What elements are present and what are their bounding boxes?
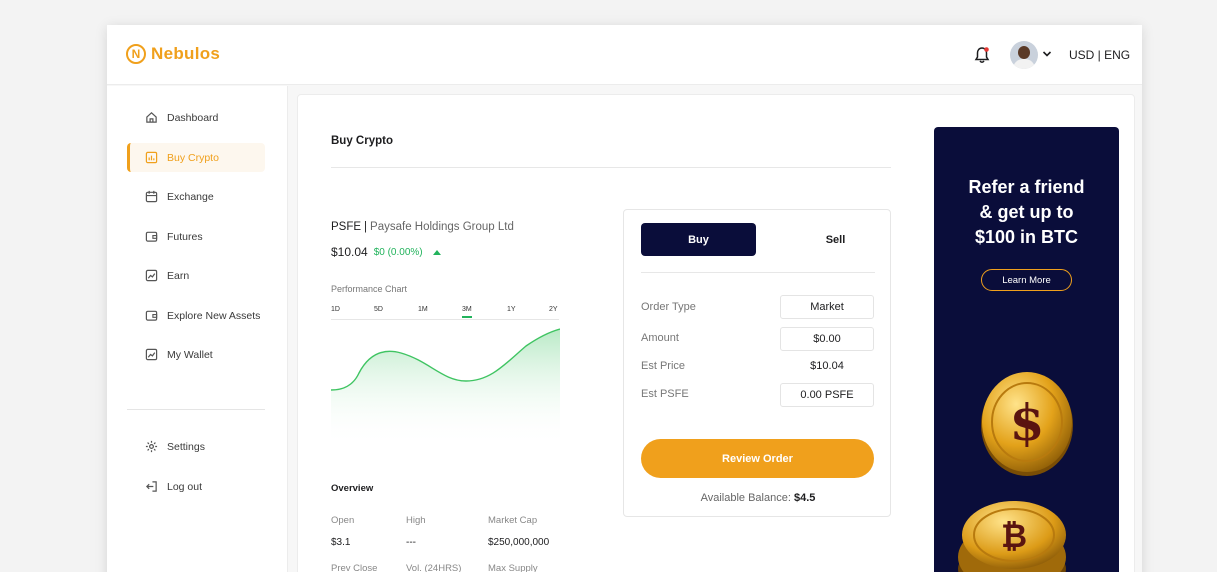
sidebar-item-exchange[interactable]: Exchange	[127, 182, 265, 211]
title-divider	[331, 167, 891, 168]
range-tab-1d[interactable]: 1D	[331, 306, 340, 316]
sell-tab-button[interactable]: Sell	[778, 223, 893, 256]
top-bar: N Nebulos USD | ENG	[107, 25, 1142, 85]
stat-label-open: Open	[331, 515, 355, 526]
triangle-up-icon	[432, 249, 441, 255]
range-tab-5d[interactable]: 5D	[374, 306, 383, 316]
avatar-face	[1018, 46, 1030, 59]
sidebar-item-dashboard[interactable]: Dashboard	[127, 103, 265, 132]
bitcoin-coin-icon: ₿	[958, 501, 1066, 572]
buy-tab-button[interactable]: Buy	[641, 223, 756, 256]
avatar[interactable]	[1010, 41, 1038, 69]
referral-headline-line: $100 in BTC	[974, 227, 1079, 247]
chevron-down-icon[interactable]	[1042, 49, 1052, 59]
trend-icon	[145, 348, 158, 361]
sidebar-item-label: My Wallet	[167, 348, 213, 361]
gear-icon	[145, 440, 158, 453]
review-order-button[interactable]: Review Order	[641, 439, 874, 478]
bell-icon[interactable]	[974, 46, 990, 64]
price-change: $0 (0.00%)	[373, 246, 423, 258]
sidebar-item-label: Explore New Assets	[167, 309, 261, 322]
overview-title: Overview	[331, 483, 374, 494]
ticker-separator: |	[364, 221, 368, 233]
sidebar: Dashboard Buy Crypto Exchange Futures Ea…	[107, 86, 288, 572]
trend-icon	[145, 269, 158, 282]
referral-headline: Refer a friend & get up to $100 in BTC	[934, 175, 1119, 250]
sidebar-item-label: Earn	[167, 269, 190, 282]
logo-mark: N	[126, 44, 146, 64]
coin-symbol: $	[1010, 393, 1045, 452]
amount-input[interactable]: $0.00	[780, 327, 874, 351]
est-price-label: Est Price	[641, 360, 686, 372]
range-tab-1m[interactable]: 1M	[418, 306, 428, 316]
balance-value: $4.5	[793, 492, 816, 504]
performance-chart	[331, 328, 560, 446]
referral-headline-line: Refer a friend	[968, 177, 1085, 197]
order-type-select[interactable]: Market	[780, 295, 874, 319]
sidebar-item-label: Dashboard	[167, 111, 219, 124]
coin-symbol: ₿	[1001, 517, 1027, 555]
balance-label: Available Balance:	[700, 492, 791, 504]
sidebar-item-label: Buy Crypto	[167, 151, 219, 164]
order-divider	[641, 272, 875, 273]
ticker-symbol: PSFE	[331, 221, 362, 233]
sidebar-item-label: Log out	[167, 480, 203, 493]
home-icon	[146, 112, 157, 123]
sidebar-divider	[127, 409, 265, 410]
company-name: Paysafe Holdings Group Ltd	[370, 221, 514, 233]
stat-value-market-cap: $250,000,000	[488, 537, 550, 548]
calendar-icon	[145, 190, 158, 203]
wallet-icon	[145, 310, 158, 321]
range-tab-3m[interactable]: 3M	[462, 306, 472, 318]
page-title: Buy Crypto	[331, 135, 393, 147]
stat-value-open: $3.1	[331, 537, 351, 548]
order-type-label: Order Type	[641, 301, 696, 313]
stat-label-max-supply: Max Supply	[488, 563, 538, 572]
sidebar-item-futures[interactable]: Futures	[127, 222, 265, 251]
sidebar-item-label: Futures	[167, 230, 203, 243]
app-window: N Nebulos USD | ENG Dashboard Buy Crypto	[107, 25, 1142, 572]
sidebar-item-label: Settings	[167, 440, 205, 453]
avatar-body	[1013, 59, 1035, 69]
est-psfe-field[interactable]: 0.00 PSFE	[780, 383, 874, 407]
range-tabs: 1D 5D 1M 3M 1Y 2Y	[331, 306, 559, 320]
bar-chart-icon	[145, 151, 158, 164]
price-row: $10.04 $0 (0.00%)	[331, 245, 441, 259]
sidebar-item-log-out[interactable]: Log out	[127, 472, 265, 501]
chart-label: Performance Chart	[331, 284, 408, 294]
logo[interactable]: N Nebulos	[126, 44, 220, 64]
sidebar-item-label: Exchange	[167, 190, 214, 203]
order-card: Buy Sell Order Type Market Amount $0.00 …	[623, 209, 891, 517]
sidebar-item-my-wallet[interactable]: My Wallet	[127, 340, 265, 369]
main-panel: Buy Crypto PSFE | Paysafe Holdings Group L…	[297, 94, 1135, 572]
sidebar-item-explore-new-assets[interactable]: Explore New Assets	[127, 301, 265, 330]
stat-label-high: High	[406, 515, 426, 526]
range-tab-2y[interactable]: 2Y	[549, 306, 558, 316]
stat-label-market-cap: Market Cap	[488, 515, 538, 526]
currency-language-selector[interactable]: USD | ENG	[1069, 48, 1130, 62]
sidebar-item-settings[interactable]: Settings	[127, 432, 265, 461]
est-psfe-label: Est PSFE	[641, 388, 689, 400]
range-tab-1y[interactable]: 1Y	[507, 306, 516, 316]
logo-text: Nebulos	[151, 44, 221, 63]
available-balance: Available Balance: $4.5	[624, 492, 892, 504]
referral-headline-line: & get up to	[979, 202, 1074, 222]
sidebar-item-buy-crypto[interactable]: Buy Crypto	[127, 143, 265, 172]
logout-icon	[146, 481, 157, 492]
referral-banner: Refer a friend & get up to $100 in BTC L…	[934, 127, 1119, 572]
amount-label: Amount	[641, 332, 679, 344]
stat-value-high: ---	[406, 537, 416, 548]
wallet-icon	[145, 231, 158, 242]
stat-label-prev-close: Prev Close	[331, 563, 378, 572]
asset-header: PSFE | Paysafe Holdings Group Ltd	[331, 221, 514, 233]
asset-price: $10.04	[331, 245, 368, 259]
est-price-value: $10.04	[810, 360, 844, 372]
stat-label-volume: Vol. (24HRS)	[406, 563, 462, 572]
learn-more-button[interactable]: Learn More	[981, 269, 1072, 291]
dollar-coin-icon: $	[981, 372, 1073, 476]
sidebar-item-earn[interactable]: Earn	[127, 261, 265, 290]
